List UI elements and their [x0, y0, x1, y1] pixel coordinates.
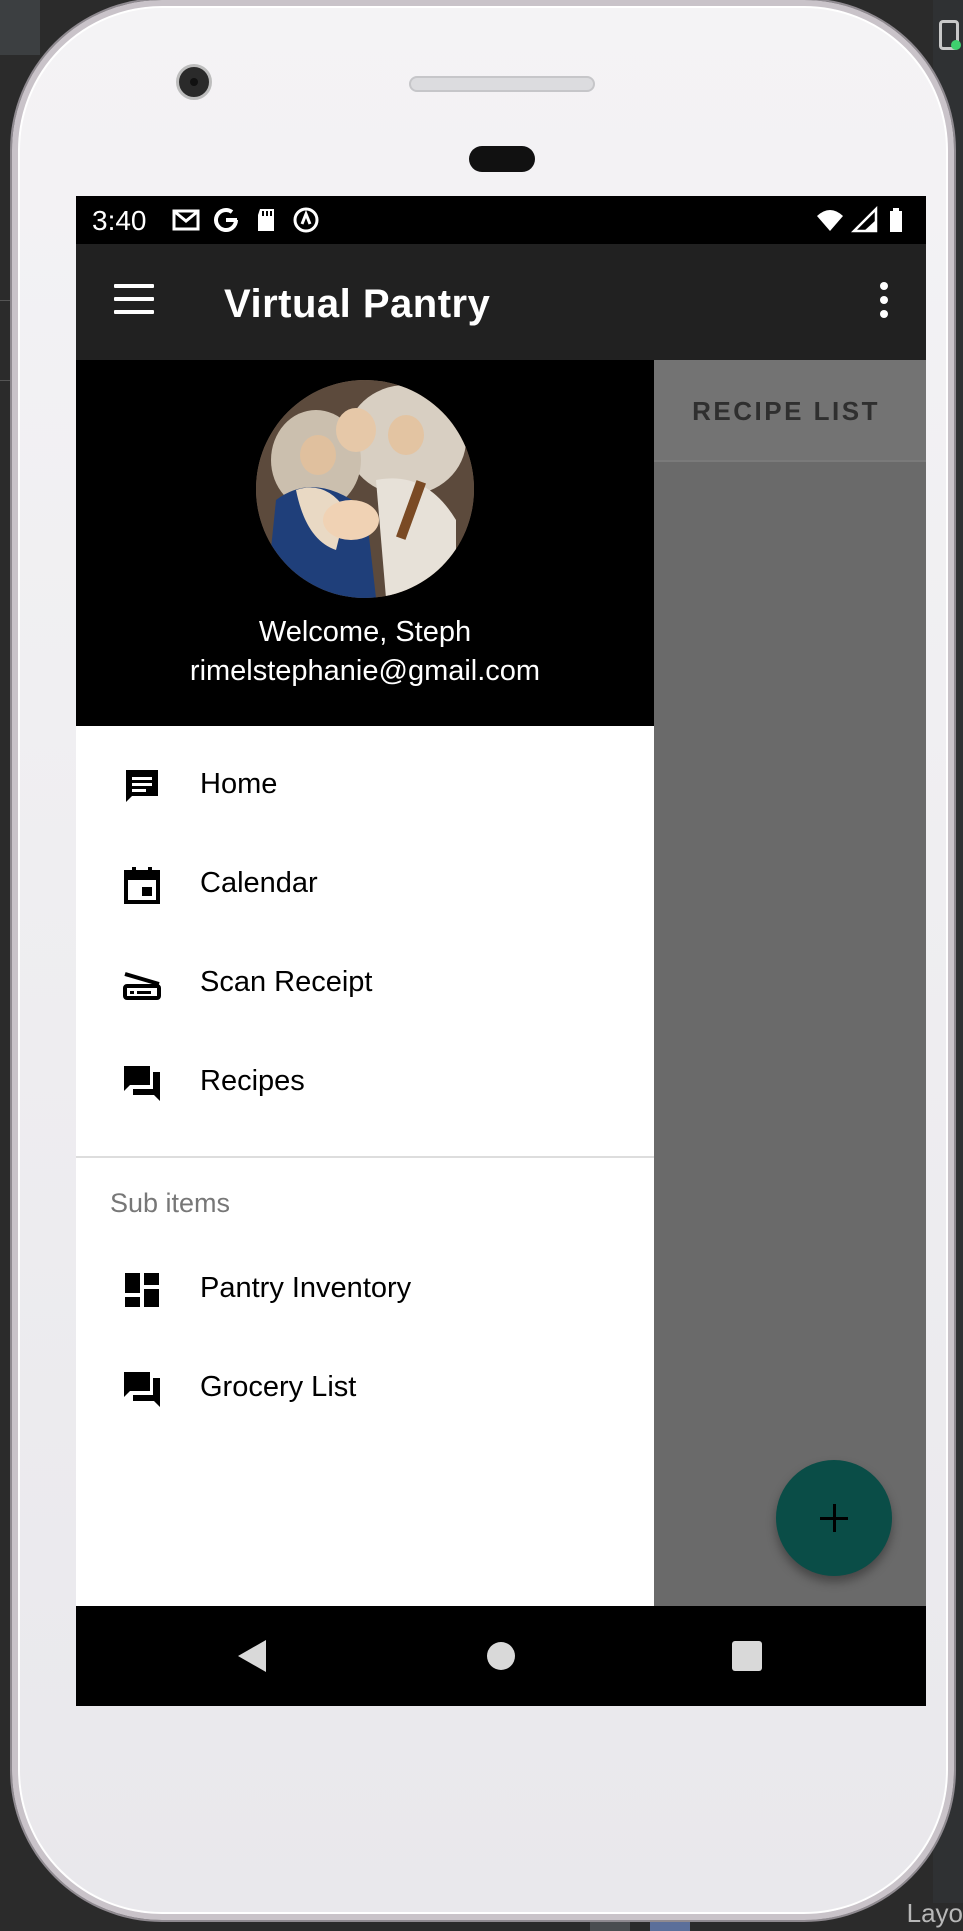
- ide-tab[interactable]: [650, 1921, 690, 1931]
- earpiece-speaker: [409, 76, 595, 92]
- background-tab-bar: RECIPE LIST: [654, 360, 926, 462]
- drawer-item-label: Pantry Inventory: [200, 1272, 412, 1304]
- overflow-menu-icon[interactable]: [880, 282, 890, 322]
- proximity-sensor: [469, 146, 535, 172]
- avatar[interactable]: [256, 380, 474, 598]
- add-fab-button[interactable]: [776, 1460, 892, 1576]
- system-navigation-bar: [76, 1606, 926, 1706]
- forum-icon: [124, 1066, 160, 1101]
- menu-icon[interactable]: [114, 284, 154, 318]
- status-dot-icon: [951, 40, 961, 50]
- front-camera: [176, 64, 212, 100]
- drawer-item-pantry-inventory[interactable]: Pantry Inventory: [76, 1240, 654, 1339]
- scanner-icon: [123, 972, 161, 1000]
- device-screen: 3:40 Virtual Pantry RECIPE LIST Welcome,…: [76, 196, 926, 1706]
- ide-toolbar-fragment: [0, 0, 40, 55]
- back-icon[interactable]: [238, 1640, 266, 1672]
- status-time: 3:40: [92, 205, 147, 236]
- drawer-item-label: Home: [200, 768, 278, 800]
- drawer-header: Welcome, Steph rimelstephanie@gmail.com: [76, 360, 654, 726]
- drawer-item-label: Grocery List: [200, 1371, 357, 1403]
- sync-disabled-icon: [293, 207, 319, 233]
- user-email: rimelstephanie@gmail.com: [189, 655, 541, 687]
- ide-tab[interactable]: [590, 1921, 630, 1931]
- home-circle-icon[interactable]: [487, 1642, 515, 1670]
- drawer-item-label: Calendar: [200, 867, 318, 899]
- app-title: Virtual Pantry: [224, 282, 491, 326]
- google-icon: [214, 208, 238, 232]
- recents-square-icon[interactable]: [732, 1641, 762, 1671]
- tab-recipe-list[interactable]: RECIPE LIST: [692, 396, 880, 427]
- wifi-icon: [817, 210, 843, 231]
- drawer-subheader: Sub items: [110, 1188, 231, 1218]
- drawer-item-home[interactable]: Home: [76, 736, 654, 835]
- drawer-item-label: Scan Receipt: [200, 966, 373, 998]
- drawer-divider: [76, 1156, 654, 1158]
- battery-icon: [890, 208, 902, 232]
- dashboard-icon: [125, 1273, 159, 1307]
- welcome-text: Welcome, Steph: [258, 616, 472, 648]
- ide-layout-label[interactable]: Layo: [907, 1898, 963, 1929]
- forum-icon: [124, 1372, 160, 1407]
- status-bar: 3:40: [76, 196, 926, 244]
- cellular-signal-icon: [850, 206, 878, 233]
- drawer-item-scan-receipt[interactable]: Scan Receipt: [76, 934, 654, 1033]
- message-icon: [126, 770, 158, 802]
- phone-frame: 3:40 Virtual Pantry RECIPE LIST Welcome,…: [12, 0, 954, 1920]
- sd-card-icon: [258, 209, 274, 231]
- calendar-icon: [124, 867, 160, 904]
- drawer-item-grocery-list[interactable]: Grocery List: [76, 1339, 654, 1438]
- drawer-item-label: Recipes: [200, 1065, 305, 1097]
- drawer-item-recipes[interactable]: Recipes: [76, 1033, 654, 1132]
- avatar-image: [256, 380, 474, 598]
- navigation-drawer: Welcome, Steph rimelstephanie@gmail.com …: [76, 360, 654, 1610]
- app-toolbar: Virtual Pantry: [76, 244, 926, 360]
- drawer-item-calendar[interactable]: Calendar: [76, 835, 654, 934]
- gmail-icon: [172, 209, 200, 231]
